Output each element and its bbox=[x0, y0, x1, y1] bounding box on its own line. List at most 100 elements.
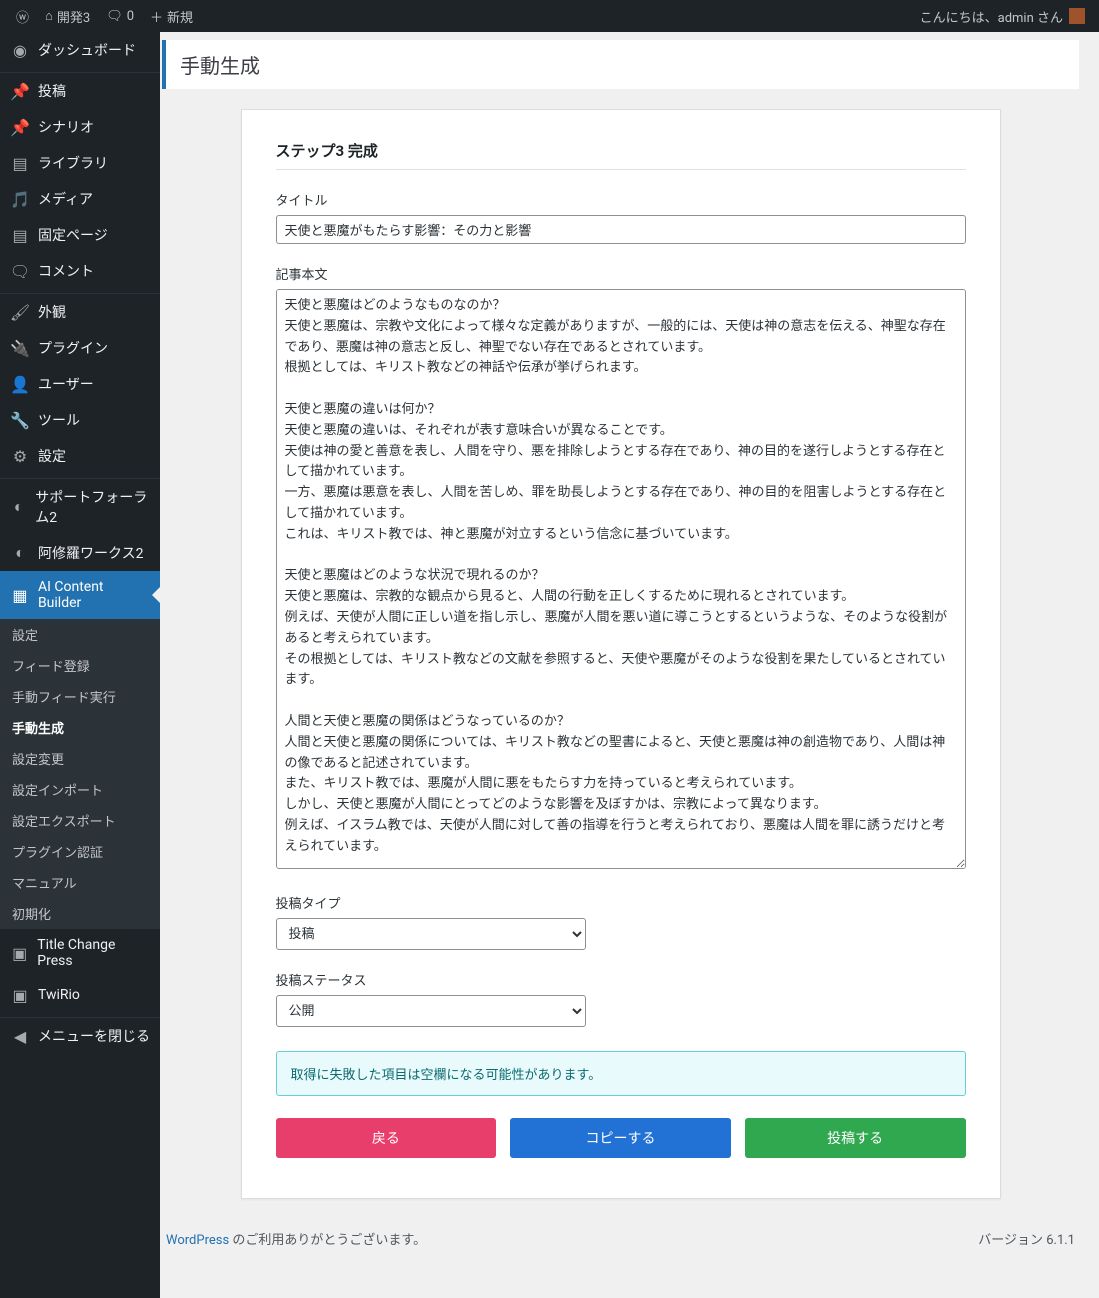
sidebar-item-label: ツール bbox=[38, 410, 80, 430]
twirio-icon: ▣ bbox=[10, 985, 30, 1005]
sidebar-item-twirio[interactable]: ▣ TwiRio bbox=[0, 977, 160, 1013]
comments-count: 0 bbox=[127, 9, 134, 24]
sidebar-item-settings[interactable]: ⚙ 設定 bbox=[0, 438, 160, 474]
sidebar-item-users[interactable]: 👤 ユーザー bbox=[0, 366, 160, 402]
sidebar-item-label: AI Content Builder bbox=[38, 579, 150, 611]
wordpress-icon: ⓦ bbox=[16, 7, 29, 26]
sidebar-item-plugins[interactable]: 🔌 プラグイン bbox=[0, 330, 160, 366]
submenu: 設定 フィード登録 手動フィード実行 手動生成 設定変更 設定インポート 設定エ… bbox=[0, 619, 160, 929]
title-icon: ▣ bbox=[10, 943, 29, 963]
comment-icon: 🗨 bbox=[10, 261, 30, 281]
body-textarea[interactable] bbox=[276, 289, 966, 869]
sidebar-item-support[interactable]: ◐ サポートフォーラム2 bbox=[0, 479, 160, 535]
sidebar-item-dashboard[interactable]: ◉ ダッシュボード bbox=[0, 32, 160, 68]
submenu-export[interactable]: 設定エクスポート bbox=[0, 805, 160, 836]
posttype-label: 投稿タイプ bbox=[276, 893, 966, 912]
title-label: タイトル bbox=[276, 190, 966, 209]
wp-logo[interactable]: ⓦ bbox=[8, 0, 37, 32]
sidebar-item-label: サポートフォーラム2 bbox=[35, 487, 150, 527]
support-icon: ◐ bbox=[10, 497, 27, 517]
sidebar-item-label: TwiRio bbox=[38, 987, 80, 1003]
sidebar-item-label: ユーザー bbox=[38, 374, 94, 394]
admin-topbar: ⓦ ⌂開発3 🗨0 ＋新規 こんにちは、admin さん bbox=[0, 0, 1099, 32]
user-menu[interactable]: こんにちは、admin さん bbox=[920, 7, 1091, 26]
sidebar-item-ai-content-builder[interactable]: ▦ AI Content Builder bbox=[0, 571, 160, 619]
sidebar-item-label: 固定ページ bbox=[38, 225, 108, 245]
greeting-label: こんにちは、admin さん bbox=[920, 7, 1063, 26]
sidebar-item-media[interactable]: 🎵 メディア bbox=[0, 181, 160, 217]
tool-icon: 🔧 bbox=[10, 410, 30, 430]
footer: WordPress のご利用ありがとうございます。 バージョン 6.1.1 bbox=[162, 1229, 1079, 1258]
pin-icon: 📌 bbox=[10, 81, 30, 101]
avatar bbox=[1069, 8, 1085, 24]
sidebar-item-label: 外観 bbox=[38, 302, 66, 322]
new-label: 新規 bbox=[167, 7, 193, 26]
body-label: 記事本文 bbox=[276, 264, 966, 283]
submenu-auth[interactable]: プラグイン認証 bbox=[0, 836, 160, 867]
submenu-settings-change[interactable]: 設定変更 bbox=[0, 743, 160, 774]
title-input[interactable] bbox=[276, 215, 966, 244]
sidebar-item-title-change[interactable]: ▣ Title Change Press bbox=[0, 929, 160, 977]
submenu-manual-generate[interactable]: 手動生成 bbox=[0, 712, 160, 743]
sidebar-item-pages[interactable]: ▤ 固定ページ bbox=[0, 217, 160, 253]
copy-button[interactable]: コピーする bbox=[510, 1118, 731, 1158]
book-icon: ▤ bbox=[10, 153, 30, 173]
sidebar-item-comments[interactable]: 🗨 コメント bbox=[0, 253, 160, 289]
page-title: 手動生成 bbox=[162, 40, 1079, 89]
admin-sidebar: ◉ ダッシュボード 📌 投稿 📌 シナリオ ▤ ライブラリ 🎵 メディア ▤ 固定ページ 🗨… bbox=[0, 32, 160, 1298]
sidebar-item-library[interactable]: ▤ ライブラリ bbox=[0, 145, 160, 181]
submenu-feed-register[interactable]: フィード登録 bbox=[0, 650, 160, 681]
step-header: ステップ3 完成 bbox=[276, 140, 966, 170]
settings-icon: ⚙ bbox=[10, 446, 30, 466]
comment-icon: 🗨 bbox=[106, 9, 123, 24]
post-button[interactable]: 投稿する bbox=[745, 1118, 966, 1158]
sidebar-collapse[interactable]: ◀ メニューを閉じる bbox=[0, 1018, 160, 1054]
new-content[interactable]: ＋新規 bbox=[142, 0, 201, 32]
comments-link[interactable]: 🗨0 bbox=[98, 0, 142, 32]
submenu-feed-execute[interactable]: 手動フィード実行 bbox=[0, 681, 160, 712]
back-button[interactable]: 戻る bbox=[276, 1118, 497, 1158]
status-select[interactable]: 公開 bbox=[276, 995, 586, 1027]
plug-icon: 🔌 bbox=[10, 338, 30, 358]
sidebar-item-label: 設定 bbox=[38, 446, 66, 466]
sidebar-item-label: メニューを閉じる bbox=[38, 1026, 150, 1046]
status-label: 投稿ステータス bbox=[276, 970, 966, 989]
site-home[interactable]: ⌂開発3 bbox=[37, 0, 98, 32]
sidebar-item-scenario[interactable]: 📌 シナリオ bbox=[0, 109, 160, 145]
site-name-label: 開発3 bbox=[57, 7, 90, 26]
sidebar-item-tools[interactable]: 🔧 ツール bbox=[0, 402, 160, 438]
user-icon: 👤 bbox=[10, 374, 30, 394]
form-panel: ステップ3 完成 タイトル 記事本文 投稿タイプ 投稿 投稿ステータス 公開 bbox=[241, 109, 1001, 1199]
posttype-select[interactable]: 投稿 bbox=[276, 918, 586, 950]
brush-icon: 🖌 bbox=[10, 302, 30, 322]
media-icon: 🎵 bbox=[10, 189, 30, 209]
plus-icon: ＋ bbox=[150, 7, 163, 26]
sidebar-item-posts[interactable]: 📌 投稿 bbox=[0, 73, 160, 109]
ai-icon: ▦ bbox=[10, 585, 30, 605]
pin-icon: 📌 bbox=[10, 117, 30, 137]
sidebar-item-appearance[interactable]: 🖌 外観 bbox=[0, 294, 160, 330]
submenu-import[interactable]: 設定インポート bbox=[0, 774, 160, 805]
sidebar-item-label: シナリオ bbox=[38, 117, 94, 137]
submenu-manual[interactable]: マニュアル bbox=[0, 867, 160, 898]
sidebar-item-label: Title Change Press bbox=[37, 937, 150, 969]
sidebar-item-label: メディア bbox=[38, 189, 93, 209]
thanks-text: のご利用ありがとうございます。 bbox=[229, 1233, 426, 1248]
wordpress-link[interactable]: WordPress bbox=[166, 1233, 229, 1248]
sidebar-item-label: ダッシュボード bbox=[38, 40, 136, 60]
page-icon: ▤ bbox=[10, 225, 30, 245]
sidebar-item-label: ライブラリ bbox=[38, 153, 108, 173]
sidebar-item-label: 阿修羅ワークス2 bbox=[38, 543, 143, 563]
notice-message: 取得に失敗した項目は空欄になる可能性があります。 bbox=[276, 1051, 966, 1096]
home-icon: ⌂ bbox=[45, 8, 53, 24]
sidebar-item-ashura[interactable]: ◐ 阿修羅ワークス2 bbox=[0, 535, 160, 571]
sidebar-item-label: 投稿 bbox=[38, 81, 66, 101]
collapse-icon: ◀ bbox=[10, 1026, 30, 1046]
submenu-init[interactable]: 初期化 bbox=[0, 898, 160, 929]
version-label: バージョン 6.1.1 bbox=[978, 1229, 1075, 1248]
submenu-settings[interactable]: 設定 bbox=[0, 619, 160, 650]
support-icon: ◐ bbox=[10, 543, 30, 563]
sidebar-item-label: コメント bbox=[38, 261, 94, 281]
dashboard-icon: ◉ bbox=[10, 40, 30, 60]
sidebar-item-label: プラグイン bbox=[38, 338, 108, 358]
